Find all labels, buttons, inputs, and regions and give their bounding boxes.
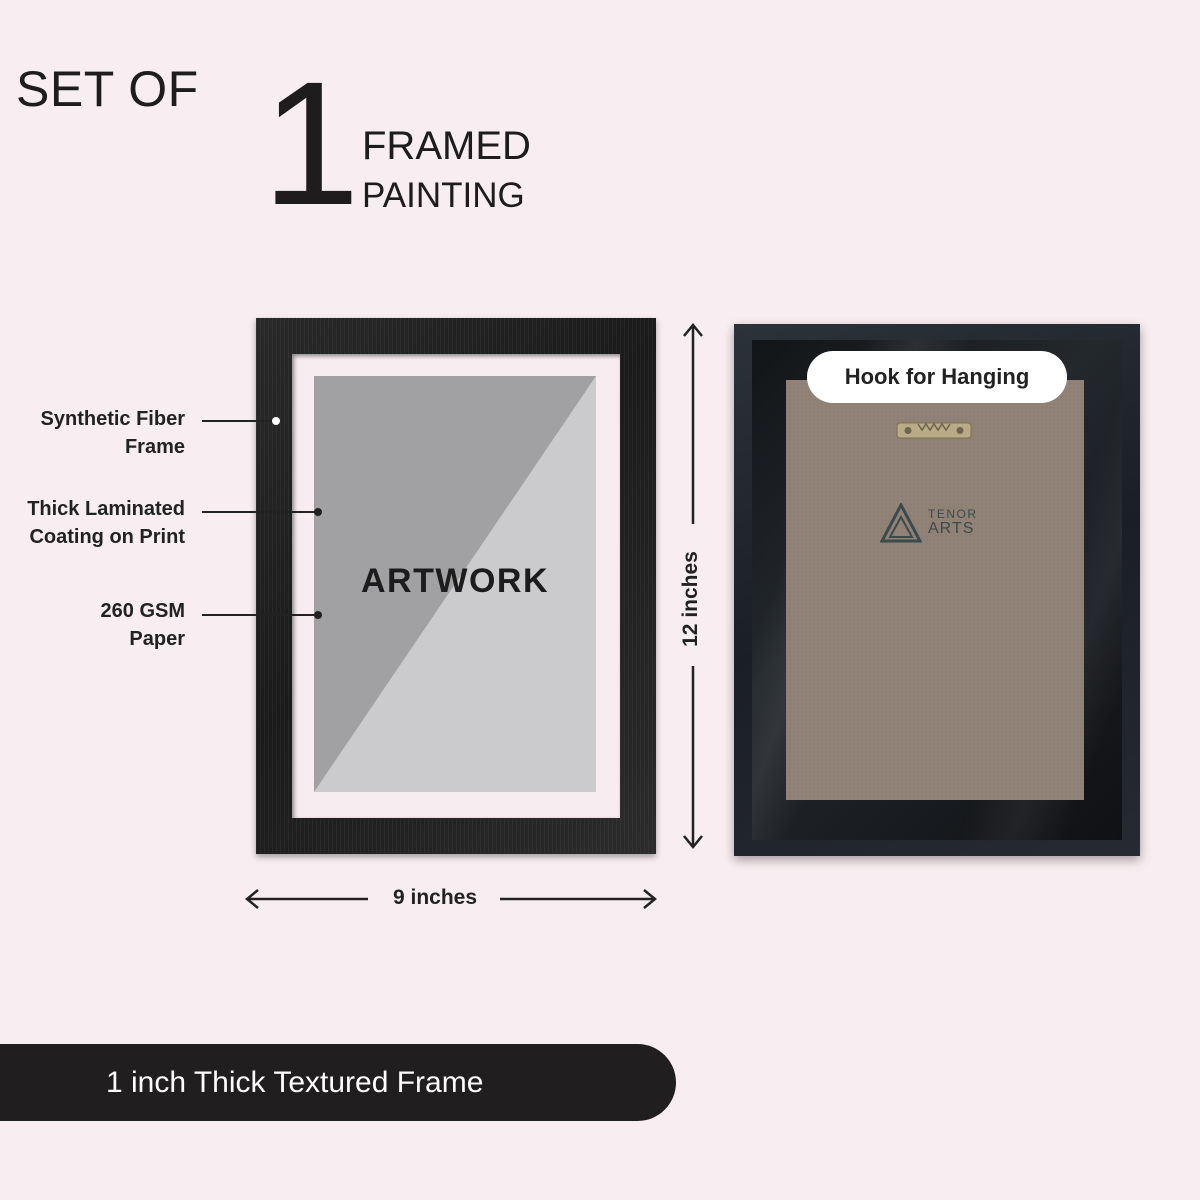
callout-line1: 260 GSM [100, 600, 185, 622]
artwork-print: ARTWORK [314, 376, 596, 792]
callout-paper-gsm: 260 GSM Paper [0, 597, 185, 653]
back-frame [734, 324, 1140, 856]
front-frame: ARTWORK [256, 318, 656, 854]
artwork-label: ARTWORK [360, 562, 550, 600]
framed-label: FRAMED [362, 124, 531, 168]
painting-label: PAINTING [362, 176, 525, 215]
callout-synthetic-fiber-frame: Synthetic Fiber Frame [0, 405, 185, 461]
callout-line2: Coating on Print [29, 526, 185, 548]
callout-dot-fiber [272, 417, 280, 425]
logo-text-top: TENOR [928, 507, 978, 522]
sawtooth-hanger-icon [896, 422, 972, 439]
hook-for-hanging-label: Hook for Hanging [807, 351, 1067, 403]
count-number: 1 [262, 46, 360, 242]
tenor-arts-logo: TENOR ARTS [880, 503, 978, 543]
set-of-label: SET OF [16, 61, 199, 117]
callout-line1: Synthetic Fiber [40, 408, 185, 430]
height-label: 12 inches [679, 551, 702, 647]
callout-laminated-coating: Thick Laminated Coating on Print [0, 495, 185, 551]
callout-connector-fiber [202, 420, 274, 422]
callout-dot-laminated [314, 508, 322, 516]
callout-line2: Paper [129, 628, 185, 650]
callout-dot-gsm [314, 611, 322, 619]
callout-line1: Thick Laminated [27, 498, 185, 520]
logo-text-bottom: ARTS [928, 519, 975, 537]
backing-board [786, 380, 1084, 800]
bottom-banner: 1 inch Thick Textured Frame [0, 1044, 676, 1121]
banner-text: 1 inch Thick Textured Frame [106, 1065, 484, 1099]
frame-mat: ARTWORK [292, 354, 620, 818]
callout-line2: Frame [124, 436, 185, 458]
width-label: 9 inches [392, 886, 478, 909]
callout-connector-laminated [202, 511, 316, 513]
logo-triangle-icon [880, 503, 922, 543]
callout-connector-gsm [202, 614, 316, 616]
